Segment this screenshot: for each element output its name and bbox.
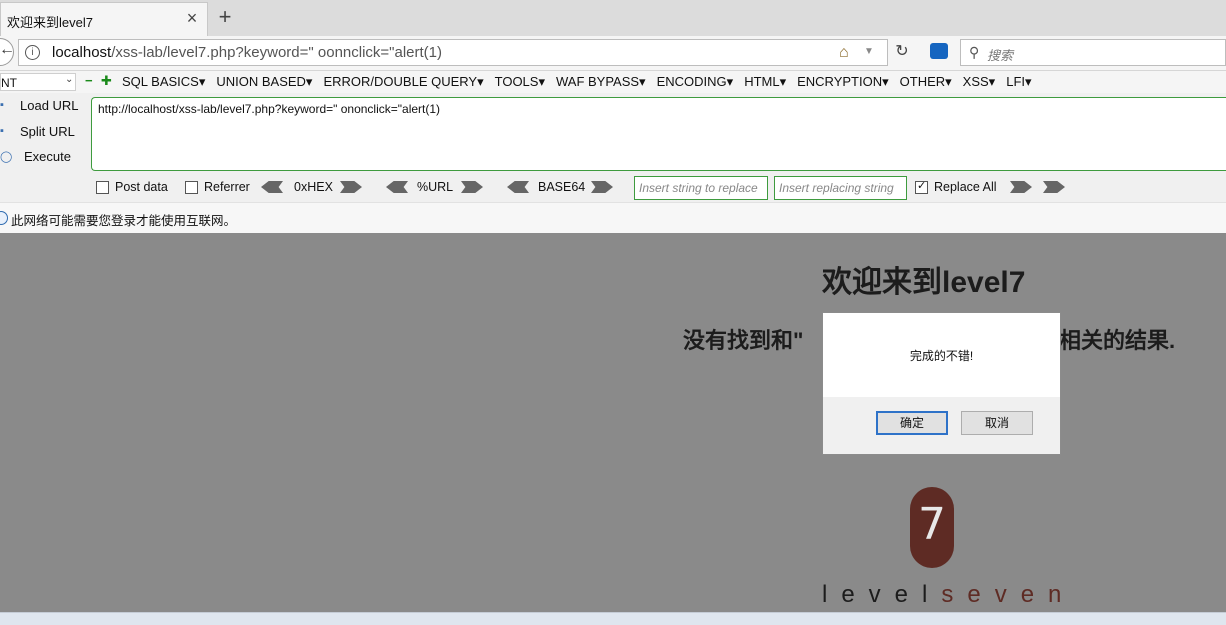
menu-union-based[interactable]: UNION BASED▾ [216, 74, 312, 90]
split-url-button[interactable]: ▪ Split URL [0, 121, 88, 143]
dialog-body: 完成的不错! [823, 313, 1060, 397]
plus-icon[interactable]: ✚ [101, 73, 112, 89]
address-bar[interactable]: i localhost/xss-lab/level7.php?keyword="… [18, 39, 888, 66]
chevron-down-icon: ⌄ [65, 74, 74, 85]
extension-icon[interactable] [930, 43, 948, 59]
back-button[interactable]: ← [0, 38, 15, 66]
hackbar-url-value: http://localhost/xss-lab/level7.php?keyw… [98, 102, 441, 116]
insert-replacing-input[interactable]: Insert replacing string [774, 176, 907, 200]
url-path: /xss-lab/level7.php?keyword=" oonnclick=… [111, 44, 443, 61]
level-logo-badge: 7 [910, 487, 954, 568]
hackbar-options: Post data Referrer 0xHEX %URL BASE64 Ins… [0, 176, 1226, 200]
info-icon [0, 211, 8, 225]
search-icon: ⚲ [969, 44, 980, 60]
post-data-label: Post data [115, 180, 168, 194]
menu-html[interactable]: HTML▾ [744, 74, 786, 90]
url-encode-arrow-icon[interactable] [461, 181, 483, 193]
result-text-right: 相关的结果. [1059, 328, 1176, 353]
menu-encryption[interactable]: ENCRYPTION▾ [797, 74, 889, 90]
hackbar-url-textarea[interactable]: http://localhost/xss-lab/level7.php?keyw… [91, 97, 1226, 171]
ok-button[interactable]: 确定 [876, 411, 948, 435]
menu-encoding[interactable]: ENCODING▾ [657, 74, 734, 90]
url-encode-label: %URL [417, 180, 454, 194]
replace-arrow-icon[interactable] [1010, 181, 1032, 193]
load-icon: ▪ [0, 99, 4, 111]
execute-icon: ◯ [0, 151, 13, 163]
notice-text: 此网络可能需要您登录才能使用互联网。 [11, 214, 237, 228]
replace-next-arrow-icon[interactable] [1043, 181, 1065, 193]
arrow-left-icon: ← [0, 41, 15, 58]
close-icon[interactable]: × [184, 9, 200, 27]
search-box[interactable]: ⚲ 搜索 [960, 39, 1226, 66]
replace-all-label: Replace All [934, 180, 997, 194]
referrer-label: Referrer [204, 180, 250, 194]
tab-active[interactable]: 欢迎来到level7 × [0, 2, 208, 36]
result-text-left: 没有找到和" [683, 328, 804, 353]
hackbar-menu: NT ⌄ − ✚ SQL BASICS▾ UNION BASED▾ ERROR/… [0, 71, 1226, 93]
menu-sql-basics[interactable]: SQL BASICS▾ [122, 74, 205, 90]
menu-xss[interactable]: XSS▾ [963, 74, 996, 90]
menu-error-double-query[interactable]: ERROR/DOUBLE QUERY▾ [323, 74, 483, 90]
network-notice: 此网络可能需要您登录才能使用互联网。 [0, 202, 1226, 233]
url-host: localhost [52, 44, 112, 61]
split-icon: ▪ [0, 125, 4, 137]
base64-encode-arrow-icon[interactable] [591, 181, 613, 193]
cancel-button[interactable]: 取消 [961, 411, 1033, 435]
tab-bar: 欢迎来到level7 × + [0, 0, 1226, 37]
hackbar-select[interactable]: NT ⌄ [0, 73, 76, 91]
hex-decode-arrow-icon[interactable] [261, 181, 283, 193]
menu-other[interactable]: OTHER▾ [900, 74, 952, 90]
base64-label: BASE64 [538, 180, 586, 194]
navigation-bar: ← i localhost/xss-lab/level7.php?keyword… [0, 36, 1226, 71]
tab-title: 欢迎来到level7 [7, 15, 93, 30]
logo-word-seven: seven [941, 581, 1076, 608]
split-url-label: Split URL [20, 124, 75, 139]
minus-icon[interactable]: − [85, 73, 93, 88]
menu-waf-bypass[interactable]: WAF BYPASS▾ [556, 74, 646, 90]
new-tab-icon[interactable]: + [216, 6, 234, 28]
execute-label: Execute [24, 149, 71, 164]
post-data-checkbox[interactable] [96, 181, 109, 194]
menu-lfi[interactable]: LFI▾ [1006, 74, 1031, 90]
base64-decode-arrow-icon[interactable] [507, 181, 529, 193]
hex-label: 0xHEX [294, 180, 333, 194]
menu-tools[interactable]: TOOLS▾ [495, 74, 545, 90]
hackbar-side-buttons: ▪ Load URL ▪ Split URL ◯ Execute [0, 95, 88, 175]
load-url-label: Load URL [20, 98, 79, 113]
level-logo-text: levelseven [822, 581, 1075, 609]
execute-button[interactable]: ◯ Execute [0, 146, 88, 168]
logo-number: 7 [918, 499, 946, 550]
referrer-checkbox[interactable] [185, 181, 198, 194]
hex-encode-arrow-icon[interactable] [340, 181, 362, 193]
logo-word-level: level [822, 581, 942, 608]
alert-dialog: 完成的不错! 确定 取消 [822, 312, 1061, 455]
home-icon[interactable]: ⌂ [839, 44, 849, 62]
load-url-button[interactable]: ▪ Load URL [0, 95, 88, 117]
url-text: localhost/xss-lab/level7.php?keyword=" o… [52, 44, 442, 61]
hackbar-menu-items: SQL BASICS▾ UNION BASED▾ ERROR/DOUBLE QU… [122, 74, 1032, 90]
replace-all-checkbox[interactable]: ✓ [915, 180, 928, 194]
reload-icon[interactable]: ↻ [892, 41, 912, 61]
url-decode-arrow-icon[interactable] [386, 181, 408, 193]
search-placeholder: 搜索 [987, 48, 1014, 63]
page-title: 欢迎来到level7 [822, 266, 1026, 299]
dialog-message: 完成的不错! [909, 349, 974, 363]
taskbar [0, 612, 1226, 625]
info-icon[interactable]: i [25, 45, 40, 60]
select-value: NT [1, 76, 17, 90]
insert-string-input[interactable]: Insert string to replace [634, 176, 768, 200]
dropdown-arrow-icon[interactable]: ▼ [864, 46, 874, 57]
